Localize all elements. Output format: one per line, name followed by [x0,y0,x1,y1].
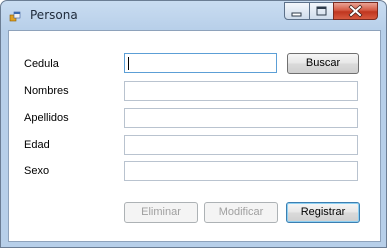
window-title: Persona [30,8,78,22]
apellidos-label: Apellidos [24,112,69,124]
sexo-input[interactable] [124,161,358,181]
close-icon [348,4,363,18]
sexo-label: Sexo [24,165,50,177]
minimize-icon [291,12,302,17]
maximize-button[interactable] [309,2,334,20]
text-caret [128,57,129,70]
form-area: Cedula Buscar Nombres Apellidos Edad Sex… [8,30,381,242]
eliminar-button[interactable]: Eliminar [124,202,198,223]
modificar-button[interactable]: Modificar [204,202,278,223]
apellidos-input[interactable] [124,108,358,128]
title-bar[interactable]: Persona [1,1,386,31]
nombres-input[interactable] [124,81,358,101]
registrar-button[interactable]: Registrar [286,202,360,223]
edad-label: Edad [24,139,50,151]
persona-window: Persona Cedula Buscar Nombres Apellidos [0,0,387,248]
maximize-icon [316,6,327,16]
minimize-button[interactable] [284,2,310,20]
nombres-label: Nombres [24,85,69,97]
buscar-button[interactable]: Buscar [287,53,359,74]
app-icon [9,9,23,23]
cedula-label: Cedula [24,58,59,70]
close-button[interactable] [333,2,378,20]
edad-input[interactable] [124,135,358,155]
cedula-input[interactable] [124,53,277,73]
